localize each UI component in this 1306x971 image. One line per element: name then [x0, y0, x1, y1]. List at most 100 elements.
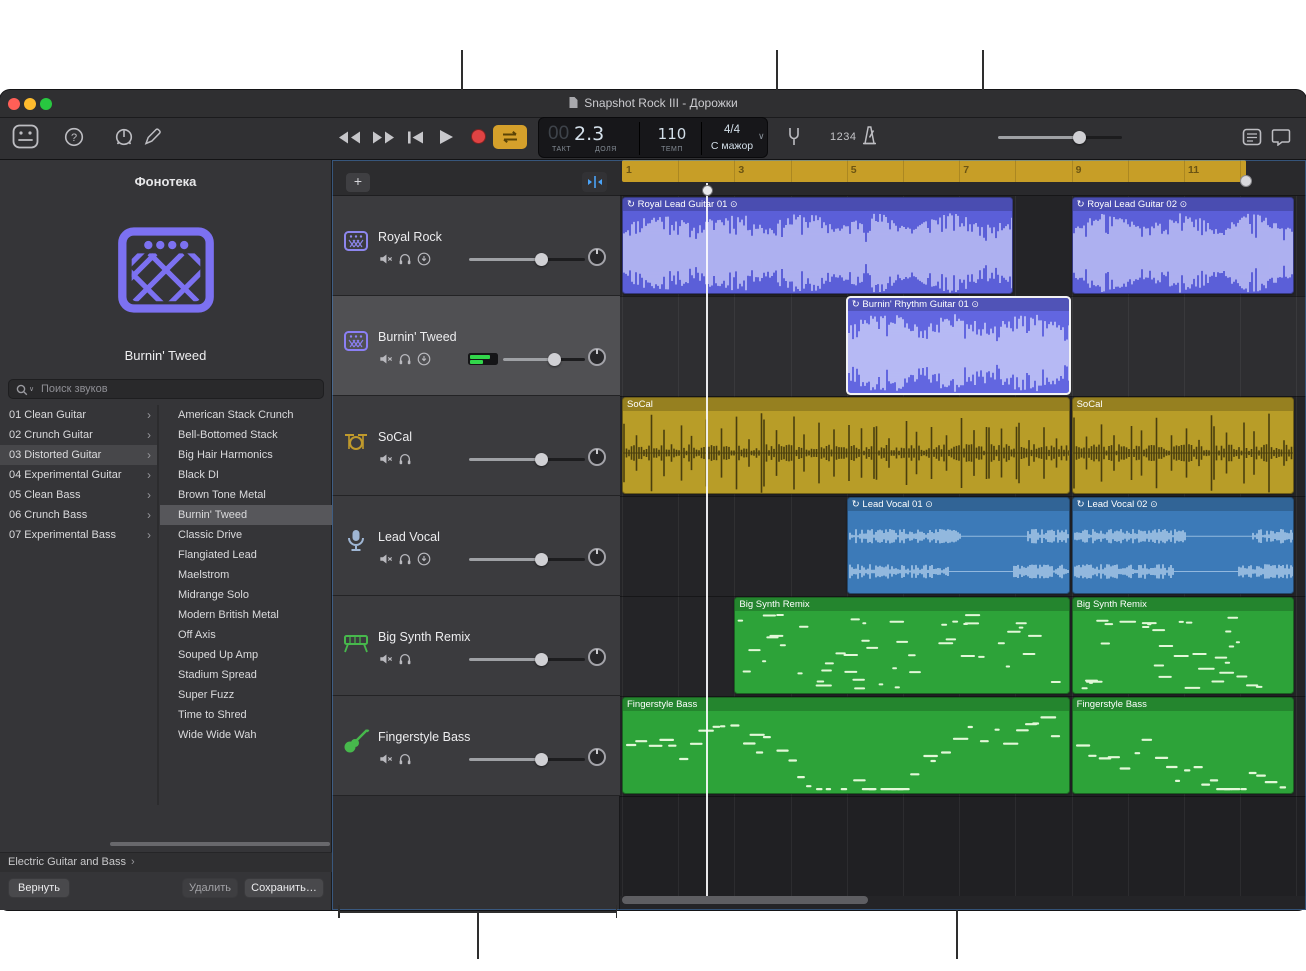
volume-knob[interactable]	[535, 653, 548, 666]
fast-forward-button[interactable]	[371, 130, 397, 145]
library-scrollbar[interactable]	[110, 842, 330, 846]
volume-slider[interactable]	[469, 552, 585, 566]
playhead-handle[interactable]	[702, 185, 713, 196]
sound-bell-bottomed-stack[interactable]: Bell-Bottomed Stack	[160, 425, 332, 445]
sound-burnin-tweed[interactable]: Burnin' Tweed	[160, 505, 332, 525]
sound-flangiated-lead[interactable]: Flangiated Lead	[160, 545, 332, 565]
mute-button[interactable]	[379, 252, 393, 266]
region-royal-lead-guitar-02[interactable]: ↻ Royal Lead Guitar 02 ⊙	[1072, 197, 1295, 294]
region-big-synth-remix[interactable]: Big Synth Remix	[734, 597, 1069, 694]
timeline-ruler[interactable]: 1357911	[620, 160, 1306, 196]
category-02-crunch-guitar[interactable]: 02 Crunch Guitar›	[0, 425, 157, 445]
headphones-button[interactable]	[398, 252, 412, 266]
region-big-synth-remix[interactable]: Big Synth Remix	[1072, 597, 1295, 694]
pan-knob[interactable]	[588, 448, 606, 466]
sound-big-hair-harmonics[interactable]: Big Hair Harmonics	[160, 445, 332, 465]
search-input[interactable]	[41, 381, 319, 397]
notepad-button[interactable]	[1242, 128, 1262, 146]
sound-modern-british-metal[interactable]: Modern British Metal	[160, 605, 332, 625]
catch-playhead-button[interactable]	[582, 172, 607, 192]
volume-knob[interactable]	[1073, 131, 1086, 144]
headphones-button[interactable]	[398, 752, 412, 766]
mute-button[interactable]	[379, 452, 393, 466]
pan-knob[interactable]	[588, 548, 606, 566]
track-header-socal[interactable]: SoCal	[332, 396, 620, 496]
download-button[interactable]	[417, 552, 431, 566]
headphones-button[interactable]	[398, 452, 412, 466]
cycle-end-handle[interactable]	[1240, 175, 1252, 187]
playhead[interactable]	[706, 183, 708, 896]
sound-brown-tone-metal[interactable]: Brown Tone Metal	[160, 485, 332, 505]
track-header-lead-vocal[interactable]: Lead Vocal	[332, 496, 620, 596]
help-button[interactable]: ?	[64, 127, 84, 147]
mute-button[interactable]	[379, 552, 393, 566]
count-in-button[interactable]: 1234	[830, 131, 856, 143]
pan-knob[interactable]	[588, 248, 606, 266]
sound-off-axis[interactable]: Off Axis	[160, 625, 332, 645]
save-button[interactable]: Сохранить…	[244, 878, 324, 898]
category-05-clean-bass[interactable]: 05 Clean Bass›	[0, 485, 157, 505]
volume-knob[interactable]	[535, 253, 548, 266]
region-socal[interactable]: SoCal	[1072, 397, 1295, 494]
region-lead-vocal-01[interactable]: ↻ Lead Vocal 01 ⊙	[847, 497, 1070, 594]
headphones-button[interactable]	[398, 552, 412, 566]
headphones-button[interactable]	[398, 652, 412, 666]
sound-super-fuzz[interactable]: Super Fuzz	[160, 685, 332, 705]
category-01-clean-guitar[interactable]: 01 Clean Guitar›	[0, 405, 157, 425]
add-track-button[interactable]: +	[346, 173, 370, 192]
volume-slider[interactable]	[469, 752, 585, 766]
metronome-button[interactable]	[860, 125, 879, 146]
category-03-distorted-guitar[interactable]: 03 Distorted Guitar›	[0, 445, 157, 465]
volume-knob[interactable]	[535, 753, 548, 766]
volume-slider[interactable]	[503, 352, 585, 366]
region-fingerstyle-bass[interactable]: Fingerstyle Bass	[622, 697, 1070, 794]
pan-knob[interactable]	[588, 748, 606, 766]
pan-knob[interactable]	[588, 348, 606, 366]
cycle-region[interactable]	[622, 160, 1246, 182]
editors-button[interactable]	[142, 127, 162, 147]
category-04-experimental-guitar[interactable]: 04 Experimental Guitar›	[0, 465, 157, 485]
track-header-burnin-tweed[interactable]: Burnin' Tweed	[332, 296, 620, 396]
master-volume-slider[interactable]	[998, 131, 1122, 144]
download-button[interactable]	[417, 352, 431, 366]
sound-souped-up-amp[interactable]: Souped Up Amp	[160, 645, 332, 665]
play-button[interactable]	[437, 128, 455, 146]
smart-controls-button[interactable]	[114, 127, 134, 147]
region-royal-lead-guitar-01[interactable]: ↻ Royal Lead Guitar 01 ⊙	[622, 197, 1013, 294]
volume-slider[interactable]	[469, 452, 585, 466]
volume-slider[interactable]	[469, 252, 585, 266]
cycle-button[interactable]	[493, 125, 527, 149]
tuner-button[interactable]	[786, 126, 802, 147]
volume-slider[interactable]	[469, 652, 585, 666]
search-field[interactable]: ∨	[8, 379, 324, 399]
track-header-big-synth-remix[interactable]: Big Synth Remix	[332, 596, 620, 696]
sound-maelstrom[interactable]: Maelstrom	[160, 565, 332, 585]
region-lead-vocal-02[interactable]: ↻ Lead Vocal 02 ⊙	[1072, 497, 1295, 594]
volume-knob[interactable]	[535, 553, 548, 566]
sound-wide-wide-wah[interactable]: Wide Wide Wah	[160, 725, 332, 745]
rewind-button[interactable]	[336, 130, 362, 145]
record-button[interactable]	[471, 129, 486, 144]
region-socal[interactable]: SoCal	[622, 397, 1070, 494]
sound-american-stack-crunch[interactable]: American Stack Crunch	[160, 405, 332, 425]
sound-midrange-solo[interactable]: Midrange Solo	[160, 585, 332, 605]
sound-stadium-spread[interactable]: Stadium Spread	[160, 665, 332, 685]
headphones-button[interactable]	[398, 352, 412, 366]
mute-button[interactable]	[379, 652, 393, 666]
category-07-experimental-bass[interactable]: 07 Experimental Bass›	[0, 525, 157, 545]
volume-knob[interactable]	[548, 353, 561, 366]
volume-knob[interactable]	[535, 453, 548, 466]
delete-button[interactable]: Удалить	[182, 878, 238, 898]
pan-knob[interactable]	[588, 648, 606, 666]
revert-button[interactable]: Вернуть	[8, 878, 70, 898]
track-header-royal-rock[interactable]: Royal Rock	[332, 196, 620, 296]
sound-black-di[interactable]: Black DI	[160, 465, 332, 485]
library-footer[interactable]: Electric Guitar and Bass›	[0, 852, 332, 872]
chat-bubble-button[interactable]	[1271, 128, 1291, 146]
go-to-beginning-button[interactable]	[406, 130, 426, 145]
region-burnin-rhythm-guitar-01[interactable]: ↻ Burnin' Rhythm Guitar 01 ⊙	[847, 297, 1070, 394]
sound-classic-drive[interactable]: Classic Drive	[160, 525, 332, 545]
sound-time-to-shred[interactable]: Time to Shred	[160, 705, 332, 725]
download-button[interactable]	[417, 252, 431, 266]
timeline-scrollbar[interactable]	[622, 896, 868, 904]
